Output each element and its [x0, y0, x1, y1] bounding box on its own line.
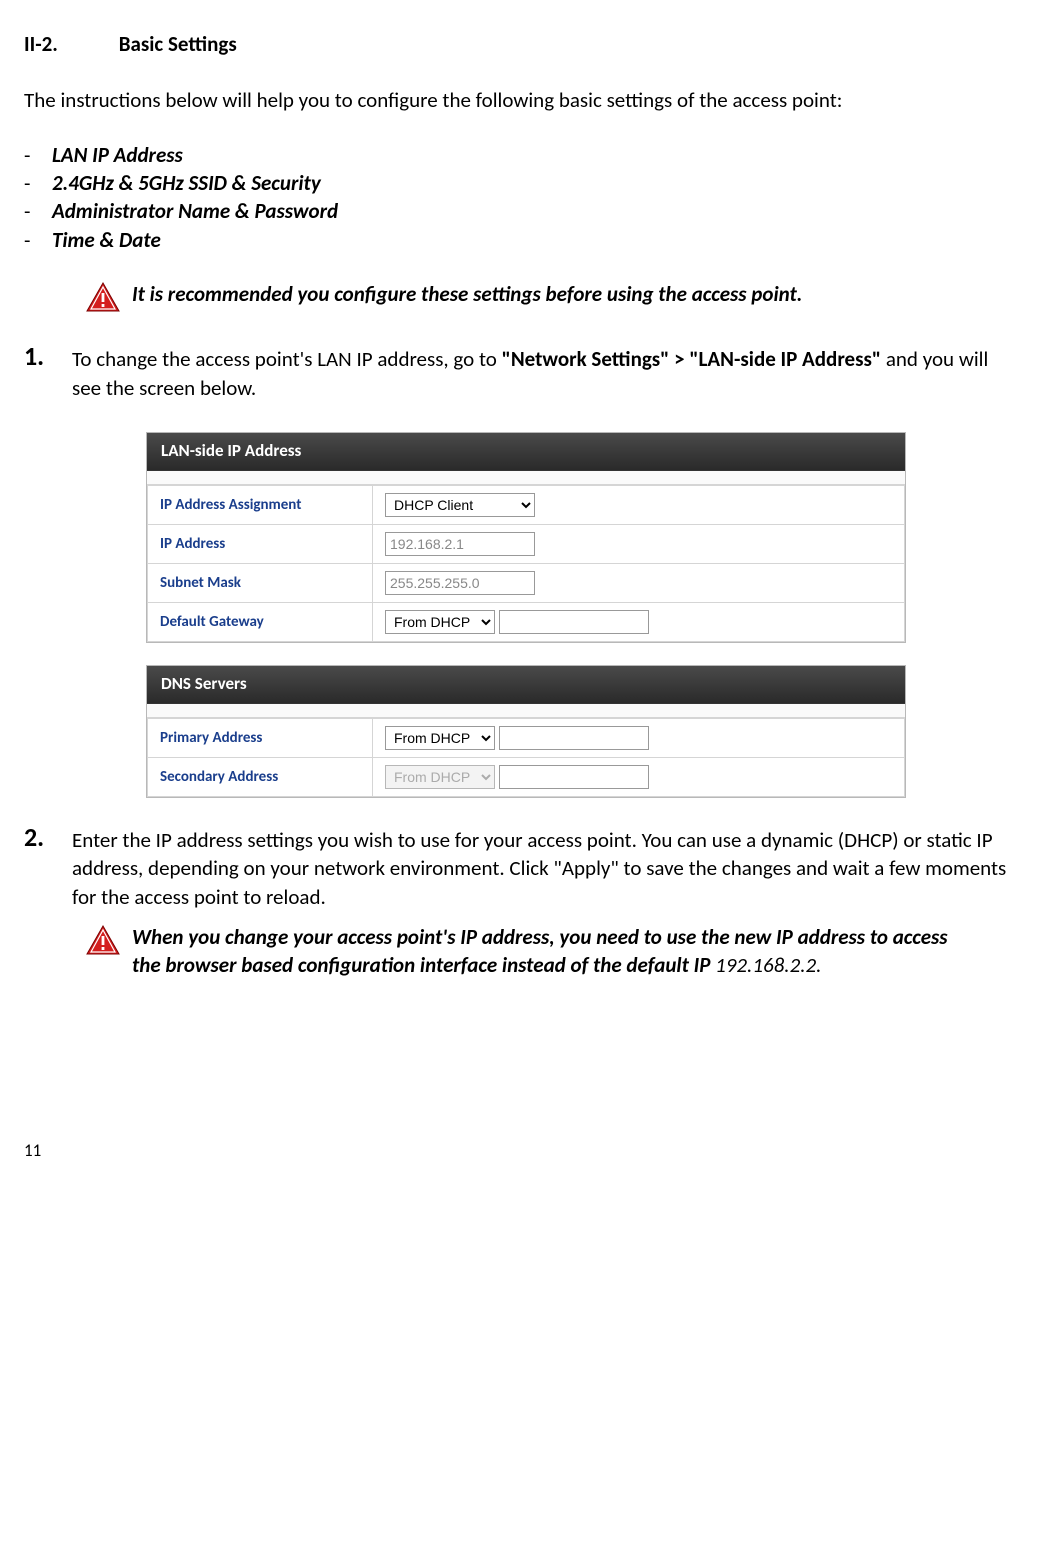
step-body: To change the access point's LAN IP addr… — [72, 341, 1014, 402]
primary-address-input[interactable] — [499, 726, 649, 750]
secondary-address-select[interactable]: From DHCP — [385, 765, 495, 789]
intro-text: The instructions below will help you to … — [24, 86, 1014, 114]
primary-address-select[interactable]: From DHCP — [385, 726, 495, 750]
section-number: II-2. — [24, 30, 114, 58]
bullet-item: LAN IP Address — [52, 141, 183, 169]
label-secondary-address: Secondary Address — [148, 757, 373, 796]
subnet-mask-input[interactable] — [385, 571, 535, 595]
label-subnet-mask: Subnet Mask — [148, 564, 373, 603]
warning-icon — [86, 923, 132, 962]
bullet-item: 2.4GHz & 5GHz SSID & Security — [52, 169, 321, 197]
step-number: 2. — [24, 822, 72, 911]
ip-assignment-select[interactable]: DHCP Client — [385, 493, 535, 517]
lan-ip-panel: LAN-side IP Address IP Address Assignmen… — [146, 432, 906, 643]
ip-address-input[interactable] — [385, 532, 535, 556]
step-number: 1. — [24, 341, 72, 402]
embedded-screenshot: LAN-side IP Address IP Address Assignmen… — [146, 432, 1014, 798]
step-2: 2. Enter the IP address settings you wis… — [24, 822, 1014, 911]
warning-icon — [86, 280, 132, 319]
default-gateway-select[interactable]: From DHCP — [385, 610, 495, 634]
page-number: 11 — [24, 1140, 1014, 1163]
bullet-item: Administrator Name & Password — [52, 197, 338, 225]
label-default-gateway: Default Gateway — [148, 603, 373, 642]
secondary-address-input[interactable] — [499, 765, 649, 789]
step-1: 1. To change the access point's LAN IP a… — [24, 341, 1014, 402]
default-gateway-input[interactable] — [499, 610, 649, 634]
section-heading: II-2. Basic Settings — [24, 30, 1014, 58]
alert-text: When you change your access point's IP a… — [132, 923, 972, 980]
section-title: Basic Settings — [119, 31, 237, 57]
panel-header: LAN-side IP Address — [147, 433, 905, 471]
alert-ip-change: When you change your access point's IP a… — [86, 923, 1014, 980]
label-ip-assignment: IP Address Assignment — [148, 486, 373, 525]
label-ip-address: IP Address — [148, 525, 373, 564]
dns-servers-panel: DNS Servers Primary Address From DHCP Se… — [146, 665, 906, 798]
bullet-list: -LAN IP Address -2.4GHz & 5GHz SSID & Se… — [24, 141, 1014, 254]
alert-text: It is recommended you configure these se… — [132, 280, 802, 308]
alert-recommendation: It is recommended you configure these se… — [86, 280, 1014, 319]
panel-header: DNS Servers — [147, 666, 905, 704]
bullet-item: Time & Date — [52, 226, 161, 254]
label-primary-address: Primary Address — [148, 718, 373, 757]
step-body: Enter the IP address settings you wish t… — [72, 822, 1014, 911]
